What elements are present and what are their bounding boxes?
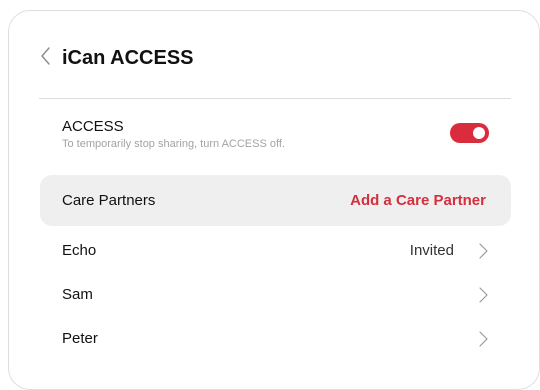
care-partners-label: Care Partners: [62, 192, 156, 209]
header-divider: [39, 98, 511, 99]
chevron-right-icon: [479, 331, 488, 347]
toggle-knob: [473, 127, 485, 139]
add-care-partner-button[interactable]: Add a Care Partner: [350, 192, 486, 209]
chevron-right-icon: [479, 287, 488, 303]
access-toggle[interactable]: [450, 123, 489, 143]
partner-name: Sam: [62, 286, 93, 303]
care-partners-row: Care Partners Add a Care Partner: [40, 175, 511, 226]
access-settings-card: iCan ACCESS ACCESS To temporarily stop s…: [8, 10, 540, 390]
access-title: ACCESS: [62, 118, 124, 135]
partner-row-peter[interactable]: Peter: [40, 317, 511, 361]
header: iCan ACCESS: [9, 11, 539, 99]
partner-name: Peter: [62, 330, 98, 347]
partner-row-echo[interactable]: Echo Invited: [40, 229, 511, 273]
chevron-left-icon[interactable]: [38, 46, 54, 66]
chevron-right-icon: [479, 243, 488, 259]
partner-row-sam[interactable]: Sam: [40, 273, 511, 317]
partner-name: Echo: [62, 242, 97, 259]
page-title: iCan ACCESS: [62, 47, 194, 69]
access-description: To temporarily stop sharing, turn ACCESS…: [62, 138, 285, 150]
partner-status: Invited: [409, 242, 454, 259]
